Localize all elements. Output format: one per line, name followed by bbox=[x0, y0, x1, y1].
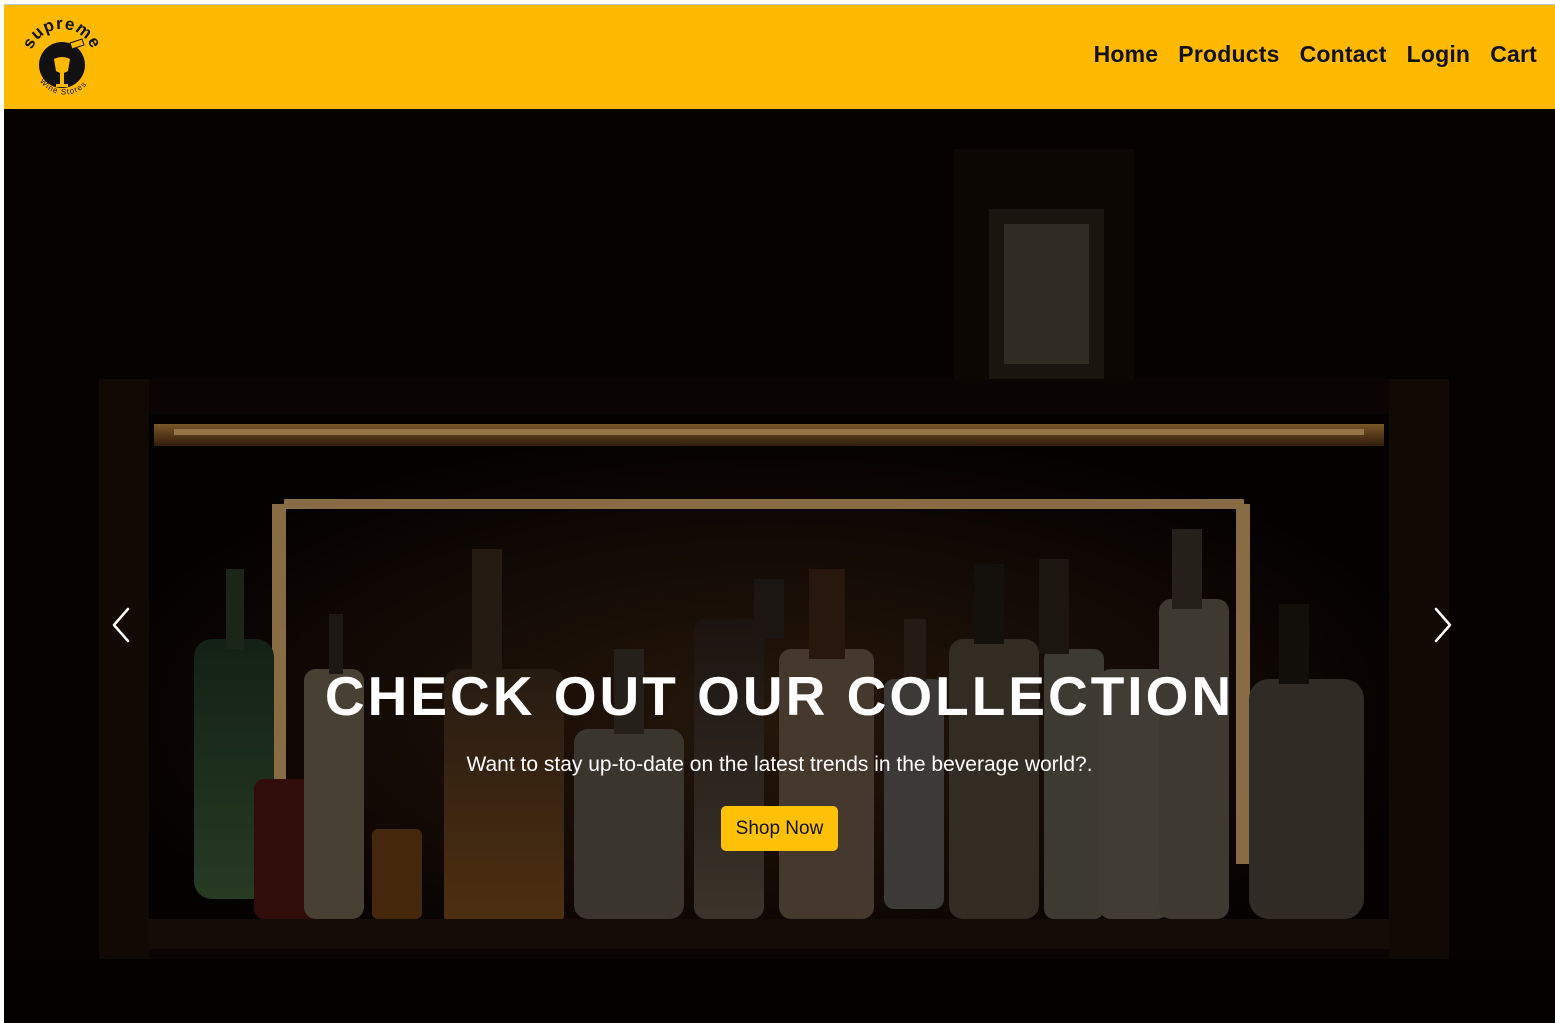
hero-background-image bbox=[4, 109, 1555, 1023]
carousel-caption: CHECK OUT OUR COLLECTION Want to stay up… bbox=[4, 664, 1555, 851]
nav-menu: Home Products Contact Login Cart bbox=[1074, 41, 1537, 68]
page-frame: supreme Wine Stores Home Products Contac… bbox=[4, 4, 1555, 1023]
hero-title: CHECK OUT OUR COLLECTION bbox=[324, 665, 1235, 727]
nav-products-link[interactable]: Products bbox=[1178, 41, 1279, 68]
hero-carousel: CHECK OUT OUR COLLECTION Want to stay up… bbox=[4, 109, 1555, 1023]
nav-cart-link[interactable]: Cart bbox=[1490, 41, 1537, 68]
nav-login-link[interactable]: Login bbox=[1407, 41, 1471, 68]
shop-now-button[interactable]: Shop Now bbox=[720, 806, 839, 851]
nav-contact-link[interactable]: Contact bbox=[1300, 41, 1387, 68]
hero-subtitle: Want to stay up-to-date on the latest tr… bbox=[466, 753, 1093, 776]
navbar: supreme Wine Stores Home Products Contac… bbox=[4, 5, 1555, 109]
chevron-left-icon[interactable] bbox=[102, 601, 142, 649]
nav-home-link[interactable]: Home bbox=[1094, 41, 1159, 68]
logo-icon[interactable]: supreme Wine Stores bbox=[18, 15, 106, 103]
chevron-right-icon[interactable] bbox=[1422, 601, 1462, 649]
